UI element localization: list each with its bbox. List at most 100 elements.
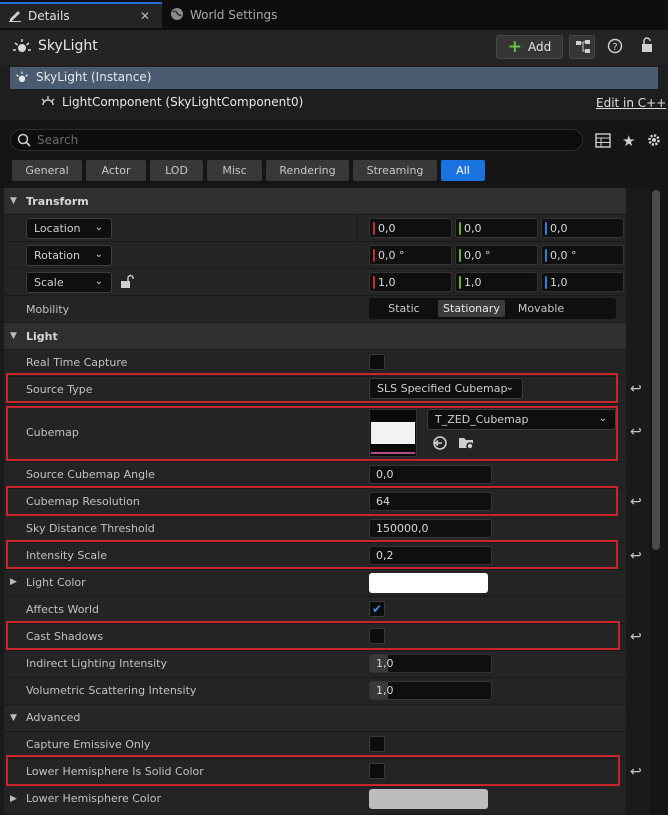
location-x-value: 0,0 xyxy=(378,221,396,235)
mobility-stationary[interactable]: Stationary xyxy=(438,300,505,317)
section-advanced[interactable]: ▼ Advanced xyxy=(4,705,626,732)
sky-distance-threshold-field[interactable]: 150000,0 xyxy=(369,519,492,538)
affects-world-label: Affects World xyxy=(26,603,99,616)
scrollbar[interactable] xyxy=(652,190,660,550)
light-color-label: Light Color xyxy=(26,576,86,589)
gear-icon[interactable] xyxy=(646,132,662,151)
highlight-lower-hemisphere-solid xyxy=(6,755,620,786)
add-button-label: Add xyxy=(528,40,552,54)
row-light-color xyxy=(4,570,626,597)
light-color-swatch[interactable] xyxy=(369,573,488,593)
scale-z-value: 1,0 xyxy=(550,275,568,289)
close-icon[interactable]: ✕ xyxy=(140,9,150,23)
mobility-movable[interactable]: Movable xyxy=(507,300,575,317)
skylight-icon xyxy=(12,37,32,60)
real-time-capture-checkbox[interactable] xyxy=(369,354,385,370)
scale-y-field[interactable]: 1,0 xyxy=(455,272,538,292)
tab-details-label: Details xyxy=(28,9,70,23)
indirect-lighting-intensity-label: Indirect Lighting Intensity xyxy=(26,657,167,670)
section-light[interactable]: ▼ Light xyxy=(4,323,626,350)
caret-down-icon: ▼ xyxy=(10,713,17,723)
filter-actor[interactable]: Actor xyxy=(86,160,146,181)
highlight-cubemap-resolution xyxy=(6,486,618,516)
reset-arrow-icon[interactable]: ↩ xyxy=(630,381,642,397)
scale-x-field[interactable]: 1,0 xyxy=(369,272,452,292)
star-icon[interactable]: ★ xyxy=(622,132,635,150)
reset-arrow-icon[interactable]: ↩ xyxy=(630,764,642,780)
scale-z-field[interactable]: 1,0 xyxy=(541,272,624,292)
search-input[interactable] xyxy=(37,133,567,147)
checkmark-icon: ✔ xyxy=(371,602,383,616)
location-y-field[interactable]: 0,0 xyxy=(455,218,538,238)
highlight-source-type xyxy=(6,373,618,403)
reset-arrow-icon[interactable]: ↩ xyxy=(630,548,642,564)
volumetric-scattering-intensity-slider[interactable]: 1,0 xyxy=(369,681,492,700)
rotation-y-field[interactable]: 0,0 ° xyxy=(455,245,538,265)
location-mode-dropdown[interactable]: Location ⌄ xyxy=(26,218,112,239)
plus-icon: + xyxy=(507,36,522,57)
capture-emissive-only-label: Capture Emissive Only xyxy=(26,738,151,751)
scale-mode-dropdown[interactable]: Scale ⌄ xyxy=(26,272,112,293)
rotation-mode-dropdown[interactable]: Rotation ⌄ xyxy=(26,245,112,266)
sky-distance-threshold-label: Sky Distance Threshold xyxy=(26,522,155,535)
details-header xyxy=(0,30,668,65)
reset-arrow-icon[interactable]: ↩ xyxy=(630,424,642,440)
lower-hemisphere-color-label: Lower Hemisphere Color xyxy=(26,792,161,805)
highlight-cubemap xyxy=(6,406,618,461)
source-cubemap-angle-field[interactable]: 0,0 xyxy=(369,465,492,484)
sky-distance-threshold-value: 150000,0 xyxy=(376,522,429,535)
chevron-down-icon: ⌄ xyxy=(94,276,103,287)
actor-title: SkyLight xyxy=(38,38,98,54)
add-component-button[interactable]: + Add xyxy=(496,35,563,59)
help-icon[interactable]: ? xyxy=(607,38,623,57)
unlock-icon[interactable] xyxy=(120,274,134,291)
rotation-label: Rotation xyxy=(34,249,81,262)
tab-details[interactable]: Details ✕ xyxy=(0,2,162,28)
volumetric-scattering-intensity-label: Volumetric Scattering Intensity xyxy=(26,684,197,697)
tree-item-instance[interactable]: SkyLight (Instance) xyxy=(10,67,658,89)
location-x-field[interactable]: 0,0 xyxy=(369,218,452,238)
skylight-instance-icon xyxy=(14,70,30,89)
filter-lod[interactable]: LOD xyxy=(150,160,203,181)
filter-streaming[interactable]: Streaming xyxy=(353,160,437,181)
highlight-intensity-scale xyxy=(6,540,618,569)
caret-down-icon: ▼ xyxy=(10,331,17,341)
rotation-z-value: 0,0 ° xyxy=(550,248,577,262)
affects-world-checkbox[interactable]: ✔ xyxy=(369,601,385,617)
scale-x-value: 1,0 xyxy=(378,275,396,289)
tab-world-settings[interactable]: World Settings xyxy=(164,2,294,28)
rotation-x-field[interactable]: 0,0 ° xyxy=(369,245,452,265)
location-z-field[interactable]: 0,0 xyxy=(541,218,624,238)
lower-hemisphere-color-swatch[interactable] xyxy=(369,789,488,809)
indirect-lighting-intensity-slider[interactable]: 1,0 xyxy=(369,654,492,673)
reset-arrow-icon[interactable]: ↩ xyxy=(630,494,642,510)
mobility-static[interactable]: Static xyxy=(371,300,437,317)
highlight-cast-shadows xyxy=(6,621,620,650)
edit-in-cpp-link[interactable]: Edit in C++ xyxy=(596,96,666,110)
caret-right-icon[interactable]: ▶ xyxy=(10,794,17,804)
light-component-icon xyxy=(40,95,56,112)
tree-item-component-label: LightComponent (SkyLightComponent0) xyxy=(62,95,304,109)
blueprint-button[interactable] xyxy=(569,35,595,59)
filter-general[interactable]: General xyxy=(12,160,82,181)
mobility-selector: Static Stationary Movable xyxy=(369,298,616,319)
chevron-down-icon: ⌄ xyxy=(94,249,103,260)
reset-arrow-icon[interactable]: ↩ xyxy=(630,629,642,645)
filter-misc[interactable]: Misc xyxy=(207,160,262,181)
location-y-value: 0,0 xyxy=(464,221,482,235)
source-cubemap-angle-value: 0,0 xyxy=(376,468,394,481)
tree-item-component[interactable]: LightComponent (SkyLightComponent0) xyxy=(40,93,580,113)
svg-text:?: ? xyxy=(612,42,617,53)
caret-right-icon[interactable]: ▶ xyxy=(10,577,17,587)
capture-emissive-only-checkbox[interactable] xyxy=(369,736,385,752)
section-transform[interactable]: ▼ Transform xyxy=(4,188,626,215)
filter-all[interactable]: All xyxy=(441,160,485,181)
real-time-capture-label: Real Time Capture xyxy=(26,356,128,369)
section-transform-title: Transform xyxy=(26,195,89,208)
rotation-z-field[interactable]: 0,0 ° xyxy=(541,245,624,265)
pencil-icon xyxy=(8,8,22,25)
lock-icon[interactable] xyxy=(640,37,654,56)
table-view-icon[interactable] xyxy=(595,133,611,151)
filter-rendering[interactable]: Rendering xyxy=(266,160,349,181)
rotation-x-value: 0,0 ° xyxy=(378,248,405,262)
